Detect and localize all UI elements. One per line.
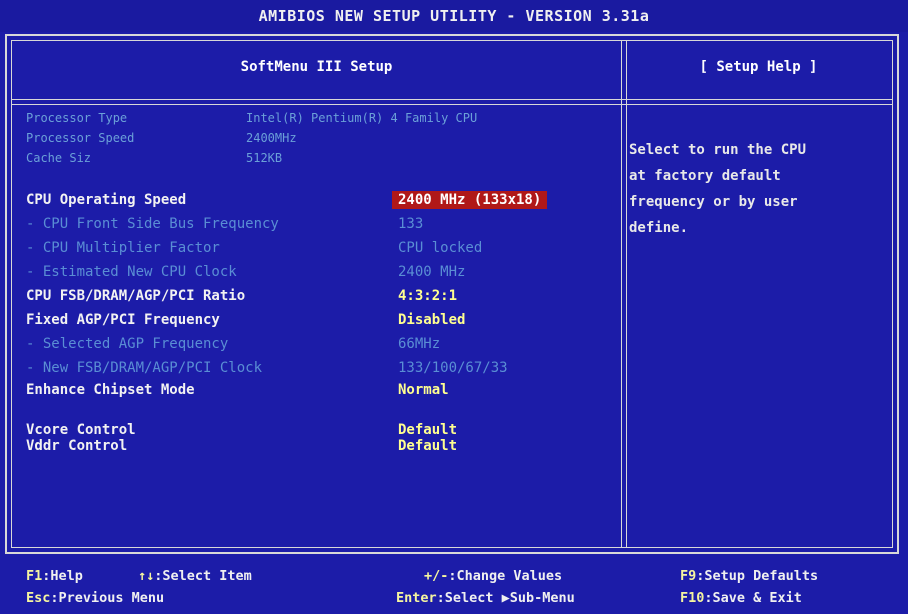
setting-label: - New FSB/DRAM/AGP/PCI Clock xyxy=(26,360,263,376)
footer-key-previous-menu: Esc:Previous Menu xyxy=(26,590,165,606)
footer-key-change-values: +/-:Change Values xyxy=(424,568,563,584)
footer-key-select-item: ↑↓:Select Item xyxy=(138,568,252,584)
setting-label: - CPU Multiplier Factor xyxy=(26,240,220,256)
info-value: Intel(R) Pentium(R) 4 Family CPU xyxy=(246,111,478,125)
setting-value: 133/100/67/33 xyxy=(398,360,508,376)
setting-value: 66MHz xyxy=(398,336,441,352)
setting-value[interactable]: Normal xyxy=(398,381,449,399)
arrows-icon: ↑↓ xyxy=(138,568,155,584)
setting-value[interactable]: 4:3:2:1 xyxy=(398,287,457,305)
setting-value-selected[interactable]: 2400 MHz (133x18) xyxy=(392,191,548,209)
main-frame: SoftMenu III Setup [ Setup Help ] Proces… xyxy=(5,34,899,554)
info-label: Processor Type xyxy=(26,111,128,125)
setting-label: CPU FSB/DRAM/AGP/PCI Ratio xyxy=(26,288,246,304)
setting-value: 133 xyxy=(398,216,424,232)
info-value: 512KB xyxy=(246,151,283,165)
info-label: Cache Siz xyxy=(26,151,92,165)
footer-key-sub-menu: Enter:Select ▶Sub-Menu xyxy=(396,590,575,606)
help-text: Select to run the CPU at factory default… xyxy=(629,142,807,236)
footer-keys: F1:Help ↑↓:Select Item +/-:Change Values… xyxy=(0,556,908,614)
setting-value[interactable]: Disabled xyxy=(398,311,465,329)
setting-label: Vddr Control xyxy=(26,438,128,454)
help-title: [ Setup Help ] xyxy=(699,59,818,75)
setting-value: 2400 MHz xyxy=(398,264,466,280)
footer-key-save-exit: F10:Save & Exit xyxy=(680,590,802,606)
setting-label: Fixed AGP/PCI Frequency xyxy=(26,312,220,328)
frame-inner: SoftMenu III Setup [ Setup Help ] Proces… xyxy=(11,40,893,548)
info-value: 2400MHz xyxy=(246,131,297,145)
setting-label: - CPU Front Side Bus Frequency xyxy=(26,216,279,232)
footer-key-defaults: F9:Setup Defaults xyxy=(680,568,819,584)
info-label: Processor Speed xyxy=(26,131,135,145)
window-title: AMIBIOS NEW SETUP UTILITY - VERSION 3.31… xyxy=(0,0,908,32)
setting-value: CPU locked xyxy=(398,240,483,256)
setting-label: - Selected AGP Frequency xyxy=(26,336,229,352)
menu-title: SoftMenu III Setup xyxy=(240,59,393,75)
column-divider xyxy=(621,41,627,547)
setting-label: Enhance Chipset Mode xyxy=(26,382,195,398)
footer-key-help: F1:Help xyxy=(26,568,83,584)
setting-value[interactable]: Default xyxy=(398,437,457,455)
setting-label: - Estimated New CPU Clock xyxy=(26,264,237,280)
header-divider xyxy=(12,99,892,105)
setting-label: CPU Operating Speed xyxy=(26,192,187,208)
